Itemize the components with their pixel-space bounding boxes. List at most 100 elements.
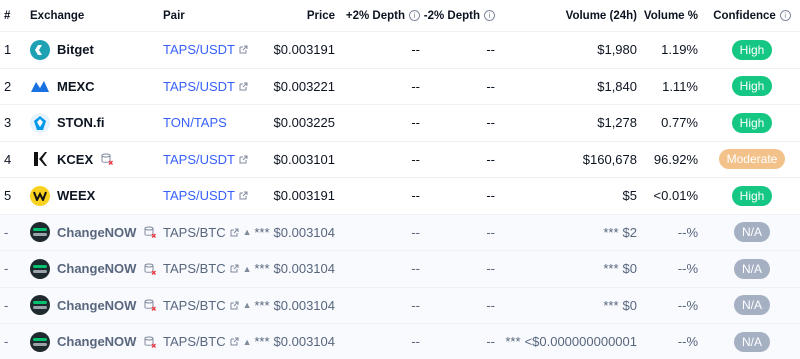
exchange-cell[interactable]: ChangeNOW xyxy=(30,215,157,251)
pair-link[interactable]: TAPS/BTC xyxy=(163,225,226,240)
exchange-name: ChangeNOW xyxy=(57,261,137,277)
volume-flag: *** xyxy=(603,261,619,277)
table-row: 2 MEXC TAPS/USDT $0.003221 -- -- $1,840 … xyxy=(0,69,800,105)
table-row: - ChangeNOW TAPS/BTC ▲ *** $0.003104 -- -… xyxy=(0,214,800,251)
price: *** $0.003104 xyxy=(245,215,335,251)
volume-value: $0 xyxy=(622,261,637,277)
database-warning-icon[interactable] xyxy=(144,263,157,275)
price: $0.003191 xyxy=(273,42,335,58)
bitget-logo-icon xyxy=(30,39,50,60)
external-link-icon[interactable] xyxy=(230,301,239,310)
pair-cell[interactable]: TAPS/BTC ▲ xyxy=(163,324,258,359)
pair-link[interactable]: TAPS/BTC xyxy=(163,298,226,313)
header-depth-plus[interactable]: +2% Depth i xyxy=(345,0,420,31)
mexc-logo-icon xyxy=(30,76,50,96)
kcex-logo-icon xyxy=(30,149,50,169)
volume-pct: --% xyxy=(677,261,698,277)
pair-link[interactable]: TAPS/USDT xyxy=(163,42,235,57)
row-rank: 5 xyxy=(4,188,12,204)
row-rank: - xyxy=(4,261,9,277)
confidence-cell: N/A xyxy=(704,324,800,359)
price: $0.003191 xyxy=(273,188,335,204)
header-rank: # xyxy=(4,9,11,22)
changenow-logo-icon xyxy=(30,331,50,352)
price: $0.003225 xyxy=(273,115,335,131)
confidence-badge: High xyxy=(731,185,773,206)
exchange-cell[interactable]: STON.fi xyxy=(30,105,155,141)
header-confidence[interactable]: Confidence i xyxy=(704,0,800,31)
exchange-cell[interactable]: ChangeNOW xyxy=(30,324,157,359)
depth-plus: -- xyxy=(411,78,420,94)
external-link-icon[interactable] xyxy=(230,228,239,237)
confidence-cell: N/A xyxy=(704,215,800,251)
confidence-cell: Moderate xyxy=(704,142,800,178)
header-volume-pct[interactable]: Volume % xyxy=(640,0,698,31)
exchange-name: ChangeNOW xyxy=(57,297,137,313)
external-link-icon[interactable] xyxy=(230,264,239,273)
header-exchange[interactable]: Exchange xyxy=(30,0,155,31)
pair-cell[interactable]: TAPS/USDT xyxy=(163,32,258,68)
volume: $1,278 xyxy=(597,115,637,131)
price-flag: *** xyxy=(254,297,270,313)
pair-link[interactable]: TAPS/USDT xyxy=(163,152,235,167)
table-header: # Exchange Pair Price +2% Depth i -2% Dep… xyxy=(0,0,800,32)
database-warning-icon[interactable] xyxy=(144,336,157,348)
depth-minus: -- xyxy=(486,334,495,350)
confidence-badge: Moderate xyxy=(718,149,786,170)
pair-cell[interactable]: TON/TAPS xyxy=(163,105,258,141)
volume-value: $0 xyxy=(622,297,637,313)
table-row: 3 STON.fi TON/TAPS $0.003225 -- -- $1,27… xyxy=(0,105,800,142)
exchange-cell[interactable]: WEEX xyxy=(30,178,155,214)
pair-link[interactable]: TAPS/USDT xyxy=(163,188,235,203)
database-warning-icon[interactable] xyxy=(144,226,157,239)
header-volume[interactable]: Volume (24h) xyxy=(495,0,637,31)
pair-cell[interactable]: TAPS/BTC ▲ xyxy=(163,215,258,251)
exchange-cell[interactable]: ChangeNOW xyxy=(30,251,157,287)
volume: *** $0 xyxy=(495,288,637,324)
exchange-cell[interactable]: KCEX xyxy=(30,142,155,178)
exchange-cell[interactable]: ChangeNOW xyxy=(30,288,157,324)
confidence-badge: High xyxy=(731,39,773,60)
volume-pct: --% xyxy=(677,224,698,240)
pair-cell[interactable]: TAPS/USDT xyxy=(163,142,258,178)
pair-link[interactable]: TAPS/BTC xyxy=(163,261,226,276)
info-icon[interactable]: i xyxy=(779,10,791,21)
header-depth-minus[interactable]: -2% Depth i xyxy=(420,0,495,31)
confidence-badge: N/A xyxy=(733,295,770,316)
pair-cell[interactable]: TAPS/BTC ▲ xyxy=(163,251,258,287)
pair-cell[interactable]: TAPS/BTC ▲ xyxy=(163,288,258,324)
database-warning-icon[interactable] xyxy=(144,299,157,312)
external-link-icon[interactable] xyxy=(230,337,239,346)
depth-plus: -- xyxy=(411,115,420,131)
info-icon[interactable]: i xyxy=(484,10,495,21)
exchange-name: WEEX xyxy=(57,188,96,204)
volume: *** $0 xyxy=(495,251,637,287)
volume-flag: *** xyxy=(505,334,521,350)
exchange-cell[interactable]: MEXC xyxy=(30,69,155,105)
volume: $1,840 xyxy=(597,78,637,94)
depth-minus: -- xyxy=(486,42,495,58)
exchange-cell[interactable]: Bitget xyxy=(30,32,155,68)
depth-plus: -- xyxy=(411,297,420,313)
price: $0.003101 xyxy=(273,151,335,167)
row-rank: 4 xyxy=(4,151,12,167)
database-warning-icon[interactable] xyxy=(101,153,114,166)
pair-cell[interactable]: TAPS/USDT xyxy=(163,178,258,214)
price-value: $0.003104 xyxy=(273,334,335,350)
pair-link[interactable]: TAPS/BTC xyxy=(163,334,226,349)
header-confidence-label: Confidence xyxy=(713,9,776,22)
volume: $160,678 xyxy=(582,151,637,167)
confidence-cell: High xyxy=(704,105,800,141)
pair-cell[interactable]: TAPS/USDT xyxy=(163,69,258,105)
info-icon[interactable]: i xyxy=(409,10,420,21)
volume-flag: *** xyxy=(603,224,619,240)
price-flag: *** xyxy=(254,261,270,277)
depth-plus: -- xyxy=(411,224,420,240)
header-price[interactable]: Price xyxy=(245,0,335,31)
volume-pct: 96.92% xyxy=(653,151,698,167)
depth-minus: -- xyxy=(486,188,495,204)
pair-link[interactable]: TAPS/USDT xyxy=(163,79,235,94)
pair-link[interactable]: TON/TAPS xyxy=(163,115,227,130)
depth-plus: -- xyxy=(411,261,420,277)
volume: *** <$0.000000000001 xyxy=(495,324,637,359)
